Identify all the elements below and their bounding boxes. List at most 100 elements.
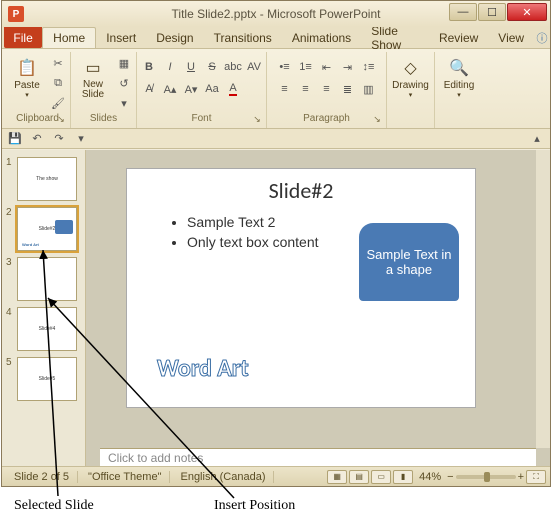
font-shrink-button[interactable]: A▾ <box>182 80 200 98</box>
minimize-button[interactable]: — <box>449 3 477 21</box>
clipboard-launcher-icon[interactable]: ↘ <box>54 112 68 126</box>
annotation-label-selected: Selected Slide <box>14 498 94 514</box>
paste-label: Paste <box>14 80 40 91</box>
close-button[interactable]: ✕ <box>507 3 547 21</box>
tab-file[interactable]: File <box>4 27 42 48</box>
redo-button[interactable]: ↷ <box>50 131 68 147</box>
thumb-wordart-icon: Word Art <box>22 242 39 247</box>
paragraph-launcher-icon[interactable]: ↘ <box>370 112 384 126</box>
group-paragraph: •≡ 1≡ ⇤ ⇥ ↕≡ ≡ ≡ ≡ ≣ ▥ Paragraph ↘ <box>267 52 387 128</box>
align-center-button[interactable]: ≡ <box>297 80 315 98</box>
section-button[interactable]: ▾ <box>115 94 133 112</box>
change-case-button[interactable]: Aa <box>203 80 221 98</box>
group-font: B I U S abc AV A̸ A▴ A▾ Aa A F <box>137 52 267 128</box>
numbering-button[interactable]: 1≡ <box>297 58 315 76</box>
indent-dec-button[interactable]: ⇤ <box>318 58 336 76</box>
group-clipboard: 📋 Paste ▾ ✂ ⧉ 🖌 Clipboard ↘ <box>5 52 71 128</box>
character-spacing-button[interactable]: AV <box>245 58 263 76</box>
help-icon[interactable]: ⓘ <box>534 27 550 48</box>
align-left-button[interactable]: ≡ <box>276 80 294 98</box>
thumb-number: 4 <box>6 307 14 318</box>
copy-button[interactable]: ⧉ <box>49 74 67 92</box>
layout-button[interactable]: ▦ <box>115 54 133 72</box>
group-drawing: ◇ Drawing ▾ <box>387 52 435 128</box>
group-editing: 🔍 Editing ▾ <box>435 52 483 128</box>
thumb-shape-icon <box>55 220 73 234</box>
thumb-number: 3 <box>6 257 14 268</box>
annotation-label-insert: Insert Position <box>214 498 295 514</box>
group-label-drawing <box>409 113 412 126</box>
new-slide-button[interactable]: ▭ New Slide <box>74 54 112 110</box>
font-launcher-icon[interactable]: ↘ <box>250 112 264 126</box>
font-color-button[interactable]: A <box>224 80 242 98</box>
font-grow-button[interactable]: A▴ <box>161 80 179 98</box>
collapse-ribbon-button[interactable]: ▴ <box>528 131 546 147</box>
group-label-slides: Slides <box>90 113 117 126</box>
qat-more-button[interactable]: ▾ <box>72 131 90 147</box>
strike-button[interactable]: S <box>203 58 221 76</box>
indent-inc-button[interactable]: ⇥ <box>339 58 357 76</box>
thumb-selected[interactable]: Slide#2 Word Art <box>17 207 77 251</box>
group-label-paragraph: Paragraph <box>303 113 350 126</box>
new-slide-icon: ▭ <box>81 56 105 80</box>
shapes-icon: ◇ <box>399 56 423 80</box>
slide-title[interactable]: Slide#2 <box>127 177 475 204</box>
clear-format-button[interactable]: A̸ <box>140 80 158 98</box>
window-title: Title Slide2.pptx - Microsoft PowerPoint <box>172 7 381 21</box>
drawing-label: Drawing <box>392 80 429 91</box>
group-label-font: Font <box>191 113 211 126</box>
zoom-slider[interactable] <box>456 475 516 479</box>
save-button[interactable]: 💾 <box>6 131 24 147</box>
align-right-button[interactable]: ≡ <box>318 80 336 98</box>
app-icon: P <box>8 6 24 22</box>
underline-button[interactable]: U <box>182 58 200 76</box>
ribbon: 📋 Paste ▾ ✂ ⧉ 🖌 Clipboard ↘ ▭ <box>2 49 550 129</box>
tab-review[interactable]: Review <box>429 27 488 48</box>
zoom-out-button[interactable]: − <box>447 471 453 483</box>
new-slide-label: New Slide <box>82 80 104 100</box>
bold-button[interactable]: B <box>140 58 158 76</box>
reset-button[interactable]: ↺ <box>115 74 133 92</box>
drawing-button[interactable]: ◇ Drawing ▾ <box>392 54 430 110</box>
tab-transitions[interactable]: Transitions <box>204 27 282 48</box>
italic-button[interactable]: I <box>161 58 179 76</box>
group-slides: ▭ New Slide ▦ ↺ ▾ Slides <box>71 52 137 128</box>
editing-button[interactable]: 🔍 Editing ▾ <box>440 54 478 110</box>
clipboard-icon: 📋 <box>15 56 39 80</box>
maximize-button[interactable]: ☐ <box>478 3 506 21</box>
thumb-item[interactable]: 1 The show <box>2 154 85 204</box>
rounded-rect-shape[interactable]: Sample Text in a shape <box>359 223 459 301</box>
shape-text: Sample Text in a shape <box>365 247 453 277</box>
thumb-number: 2 <box>6 207 14 218</box>
bullets-button[interactable]: •≡ <box>276 58 294 76</box>
sorter-view-button[interactable]: ▤ <box>349 470 369 484</box>
thumb-item[interactable]: 2 Slide#2 Word Art <box>2 204 85 254</box>
fit-window-button[interactable]: ⛶ <box>526 470 546 484</box>
tab-design[interactable]: Design <box>146 27 203 48</box>
tab-home[interactable]: Home <box>42 27 96 48</box>
quick-access-toolbar: 💾 ↶ ↷ ▾ ▴ <box>2 129 550 149</box>
tab-insert[interactable]: Insert <box>96 27 146 48</box>
cut-button[interactable]: ✂ <box>49 54 67 72</box>
format-painter-button[interactable]: 🖌 <box>49 94 67 112</box>
reading-view-button[interactable]: ▭ <box>371 470 391 484</box>
justify-button[interactable]: ≣ <box>339 80 357 98</box>
columns-button[interactable]: ▥ <box>360 80 378 98</box>
line-spacing-button[interactable]: ↕≡ <box>360 58 378 76</box>
undo-button[interactable]: ↶ <box>28 131 46 147</box>
normal-view-button[interactable]: ▦ <box>327 470 347 484</box>
annotation-arrow-insert <box>48 298 238 503</box>
tab-slideshow[interactable]: Slide Show <box>361 27 429 48</box>
thumb[interactable]: The show <box>17 157 77 201</box>
slideshow-view-button[interactable]: ▮ <box>393 470 413 484</box>
zoom-thumb[interactable] <box>484 472 490 482</box>
zoom-in-button[interactable]: + <box>518 471 524 483</box>
paste-button[interactable]: 📋 Paste ▾ <box>8 54 46 110</box>
vertical-scrollbar[interactable] <box>536 150 550 448</box>
shadow-button[interactable]: abc <box>224 58 242 76</box>
group-label-editing <box>458 113 461 126</box>
ribbon-tabs: File Home Insert Design Transitions Anim… <box>2 27 550 49</box>
tab-animations[interactable]: Animations <box>282 27 361 48</box>
zoom-value: 44% <box>419 471 441 483</box>
tab-view[interactable]: View <box>488 27 534 48</box>
